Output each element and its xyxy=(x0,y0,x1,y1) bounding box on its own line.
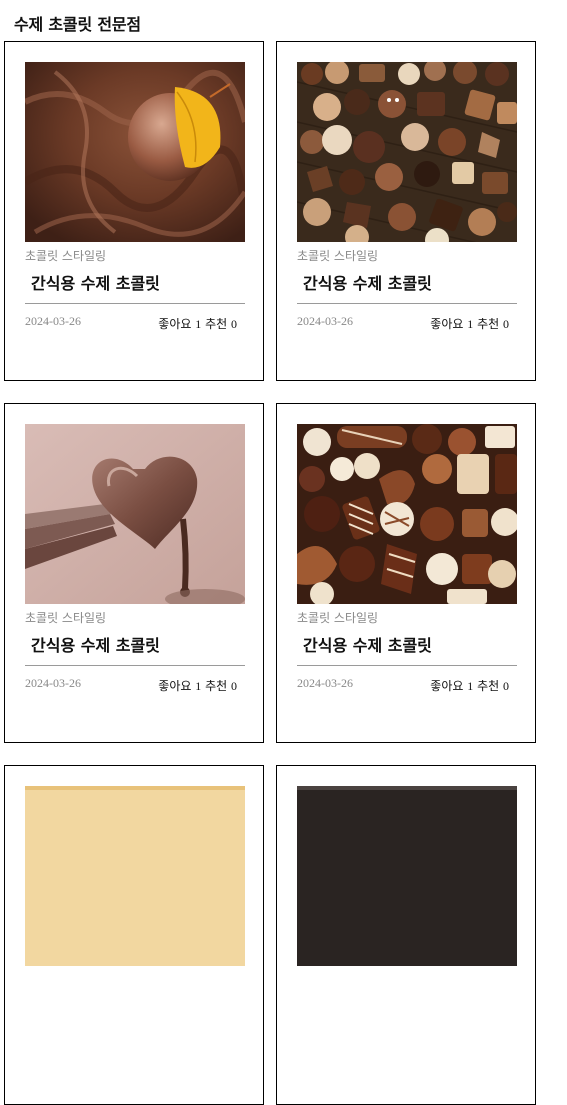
product-image[interactable] xyxy=(25,62,245,242)
product-image[interactable] xyxy=(25,786,245,966)
product-name[interactable]: 간식용 수제 초콜릿 xyxy=(303,632,432,656)
product-name[interactable]: 간식용 수제 초콜릿 xyxy=(31,270,160,294)
likes-count: 1 xyxy=(195,679,202,693)
card-stats: 좋아요 1 추천 0 xyxy=(430,315,509,332)
likes-label: 좋아요 xyxy=(430,317,464,331)
likes-count: 1 xyxy=(195,317,202,331)
dark-chocolate-image xyxy=(297,786,517,966)
divider xyxy=(297,303,517,304)
praline-chocolates-image xyxy=(297,424,517,604)
likes-count: 1 xyxy=(467,317,474,331)
card-stats: 좋아요 1 추천 0 xyxy=(430,677,509,694)
likes-count: 1 xyxy=(467,679,474,693)
likes-label: 좋아요 xyxy=(158,679,192,693)
yellow-dessert-image xyxy=(25,786,245,966)
category-label: 초콜릿 스타일링 xyxy=(25,249,107,263)
recommend-count: 0 xyxy=(503,317,509,331)
card-stats: 좋아요 1 추천 0 xyxy=(158,315,237,332)
likes-label: 좋아요 xyxy=(158,317,192,331)
post-date: 2024-03-26 xyxy=(297,676,353,690)
post-date: 2024-03-26 xyxy=(297,314,353,328)
melted-chocolate-image xyxy=(25,62,245,242)
recommend-label: 추천 xyxy=(477,317,500,331)
recommend-count: 0 xyxy=(231,679,237,693)
product-card[interactable] xyxy=(276,765,536,1105)
post-date: 2024-03-26 xyxy=(25,314,81,328)
recommend-label: 추천 xyxy=(477,679,500,693)
product-image[interactable] xyxy=(297,424,517,604)
product-name[interactable]: 간식용 수제 초콜릿 xyxy=(303,270,432,294)
product-image[interactable] xyxy=(297,786,517,966)
product-card[interactable]: 초콜릿 스타일링 간식용 수제 초콜릿 2024-03-26 좋아요 1 추천 … xyxy=(4,403,264,743)
card-stats: 좋아요 1 추천 0 xyxy=(158,677,237,694)
likes-label: 좋아요 xyxy=(430,679,464,693)
divider xyxy=(25,665,245,666)
recommend-count: 0 xyxy=(231,317,237,331)
category-label: 초콜릿 스타일링 xyxy=(25,611,107,625)
recommend-label: 추천 xyxy=(205,679,228,693)
category-label: 초콜릿 스타일링 xyxy=(297,249,379,263)
product-card[interactable]: 초콜릿 스타일링 간식용 수제 초콜릿 2024-03-26 좋아요 1 추천 … xyxy=(4,41,264,381)
divider xyxy=(25,303,245,304)
divider xyxy=(297,665,517,666)
recommend-count: 0 xyxy=(503,679,509,693)
page-title: 수제 초콜릿 전문점 xyxy=(14,15,141,34)
product-card[interactable] xyxy=(4,765,264,1105)
post-date: 2024-03-26 xyxy=(25,676,81,690)
product-card[interactable]: 초콜릿 스타일링 간식용 수제 초콜릿 2024-03-26 좋아요 1 추천 … xyxy=(276,41,536,381)
heart-chocolate-image xyxy=(25,424,245,604)
category-label: 초콜릿 스타일링 xyxy=(297,611,379,625)
product-image[interactable] xyxy=(297,62,517,242)
recommend-label: 추천 xyxy=(205,317,228,331)
product-name[interactable]: 간식용 수제 초콜릿 xyxy=(31,632,160,656)
assorted-chocolates-image xyxy=(297,62,517,242)
product-card[interactable]: 초콜릿 스타일링 간식용 수제 초콜릿 2024-03-26 좋아요 1 추천 … xyxy=(276,403,536,743)
product-image[interactable] xyxy=(25,424,245,604)
